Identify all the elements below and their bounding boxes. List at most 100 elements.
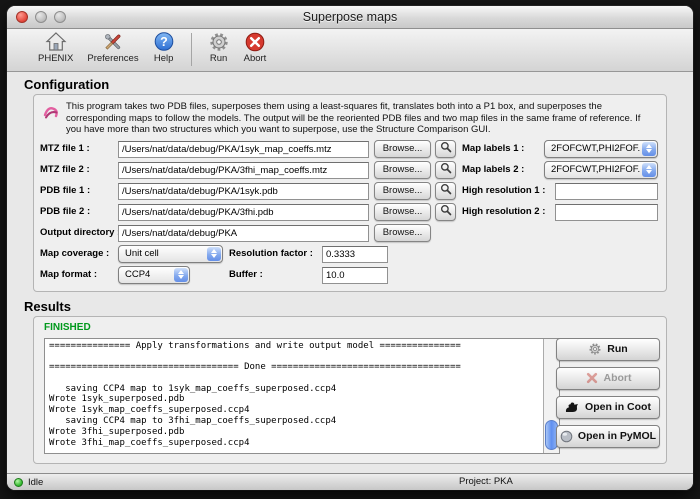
pdb-file-2-browse-button[interactable]: Browse... <box>374 203 431 221</box>
high-resolution-2-input[interactable] <box>555 204 658 221</box>
output-directory-browse-button[interactable]: Browse... <box>374 224 431 242</box>
run-button-toolbar[interactable]: Run <box>201 31 237 64</box>
phenix-button[interactable]: PHENIX <box>31 31 80 64</box>
dropdown-arrows-icon <box>642 163 656 177</box>
pdb-file-1-browse-button[interactable]: Browse... <box>374 182 431 200</box>
pdb-file-1-label: PDB file 1 : <box>40 185 90 196</box>
mtz-file-1-browse-button[interactable]: Browse... <box>374 140 431 158</box>
abort-x-icon <box>585 371 599 385</box>
buffer-input[interactable] <box>322 267 388 284</box>
svg-text:?: ? <box>160 35 168 49</box>
program-description: This program takes two PDB files, superp… <box>66 101 652 136</box>
pdb-file-2-label: PDB file 2 : <box>40 206 90 217</box>
console-text: =============== Apply transformations an… <box>45 339 547 451</box>
open-in-pymol-button[interactable]: Open in PyMOL <box>556 425 660 448</box>
dropdown-arrows-icon <box>174 268 188 282</box>
output-directory-label: Output directory : <box>40 227 120 238</box>
map-labels-1-select[interactable]: 2FOFCWT,PHI2FOF... <box>544 140 658 158</box>
abort-button-toolbar[interactable]: Abort <box>237 31 274 64</box>
map-labels-2-select[interactable]: 2FOFCWT,PHI2FOF... <box>544 161 658 179</box>
map-coverage-select[interactable]: Unit cell <box>118 245 223 263</box>
idle-indicator-icon <box>14 478 23 487</box>
abort-button[interactable]: Abort <box>556 367 660 390</box>
window-title: Superpose maps <box>303 10 398 24</box>
status-finished: FINISHED <box>44 322 91 333</box>
magnifier-icon <box>440 183 452 198</box>
mtz-file-2-browse-button[interactable]: Browse... <box>374 161 431 179</box>
mtz-file-1-inspect-button[interactable] <box>435 140 456 158</box>
pdb-file-1-inspect-button[interactable] <box>435 182 456 200</box>
abort-button-label: Abort <box>604 372 632 384</box>
console-output[interactable]: =============== Apply transformations an… <box>44 338 560 454</box>
map-labels-2-value: 2FOFCWT,PHI2FOF... <box>545 164 641 175</box>
results-panel: FINISHED =============== Apply transform… <box>33 316 667 464</box>
high-resolution-2-label: High resolution 2 : <box>462 206 545 217</box>
phenix-label: PHENIX <box>38 53 73 64</box>
mtz-file-1-input[interactable] <box>118 141 369 158</box>
mtz-file-1-label: MTZ file 1 : <box>40 143 90 154</box>
dropdown-arrows-icon <box>642 142 656 156</box>
mtz-file-2-inspect-button[interactable] <box>435 161 456 179</box>
map-format-select[interactable]: CCP4 <box>118 266 190 284</box>
help-label: Help <box>154 53 174 64</box>
close-button[interactable] <box>16 11 28 23</box>
gear-icon <box>588 342 602 356</box>
mtz-file-2-row: MTZ file 2 : Browse... Map labels 2 : 2F… <box>34 160 666 181</box>
pdb-file-2-input[interactable] <box>118 204 369 221</box>
pdb-file-2-row: PDB file 2 : Browse... High resolution 2… <box>34 202 666 223</box>
abort-icon <box>244 31 266 53</box>
map-labels-1-value: 2FOFCWT,PHI2FOF... <box>545 143 641 154</box>
coot-button-label: Open in Coot <box>585 401 651 413</box>
map-coverage-label: Map coverage : <box>40 248 109 259</box>
buffer-label: Buffer : <box>229 269 263 280</box>
magnifier-icon <box>440 141 452 156</box>
home-icon <box>45 31 67 53</box>
map-format-value: CCP4 <box>119 269 173 280</box>
window-controls <box>16 11 66 23</box>
map-coverage-row: Map coverage : Unit cell Resolution fact… <box>34 244 666 265</box>
results-heading: Results <box>24 299 693 314</box>
map-format-label: Map format : <box>40 269 97 280</box>
pdb-file-1-row: PDB file 1 : Browse... High resolution 1… <box>34 181 666 202</box>
mtz-file-1-row: MTZ file 1 : Browse... Map labels 1 : 2F… <box>34 139 666 160</box>
preferences-label: Preferences <box>87 53 138 64</box>
gear-icon <box>208 31 230 53</box>
project-label: Project: PKA <box>459 476 513 487</box>
configuration-panel: This program takes two PDB files, superp… <box>33 94 667 292</box>
run-label: Run <box>210 53 227 64</box>
mtz-file-2-input[interactable] <box>118 162 369 179</box>
coot-bird-icon <box>565 401 580 413</box>
open-in-coot-button[interactable]: Open in Coot <box>556 396 660 419</box>
pymol-icon <box>560 430 573 443</box>
dropdown-arrows-icon <box>207 247 221 261</box>
preferences-button[interactable]: Preferences <box>80 31 145 64</box>
description-row: This program takes two PDB files, superp… <box>42 101 658 136</box>
run-button-label: Run <box>607 343 627 355</box>
high-resolution-1-input[interactable] <box>555 183 658 200</box>
action-buttons: Run Abort Open in Coot Open in PyMOL <box>556 338 660 454</box>
titlebar[interactable]: Superpose maps <box>7 6 693 29</box>
resolution-factor-label: Resolution factor : <box>229 248 313 259</box>
abort-label: Abort <box>244 53 267 64</box>
resolution-factor-input[interactable] <box>322 246 388 263</box>
magnifier-icon <box>440 162 452 177</box>
pdb-file-1-input[interactable] <box>118 183 369 200</box>
map-coverage-value: Unit cell <box>119 248 206 259</box>
pdb-file-2-inspect-button[interactable] <box>435 203 456 221</box>
tools-icon <box>102 31 124 53</box>
mtz-file-2-label: MTZ file 2 : <box>40 164 90 175</box>
run-button[interactable]: Run <box>556 338 660 361</box>
output-directory-input[interactable] <box>118 225 369 242</box>
configuration-heading: Configuration <box>24 77 693 92</box>
map-labels-1-label: Map labels 1 : <box>462 143 524 154</box>
app-window: Superpose maps PHENIX Preferences ? Help <box>7 6 693 490</box>
zoom-button[interactable] <box>54 11 66 23</box>
high-resolution-1-label: High resolution 1 : <box>462 185 545 196</box>
help-button[interactable]: ? Help <box>146 31 182 64</box>
minimize-button[interactable] <box>35 11 47 23</box>
superpose-program-icon <box>42 101 62 136</box>
output-directory-row: Output directory : Browse... <box>34 223 666 244</box>
status-state: Idle <box>28 477 43 488</box>
pymol-button-label: Open in PyMOL <box>578 430 656 442</box>
map-format-row: Map format : CCP4 Buffer : <box>34 265 666 286</box>
